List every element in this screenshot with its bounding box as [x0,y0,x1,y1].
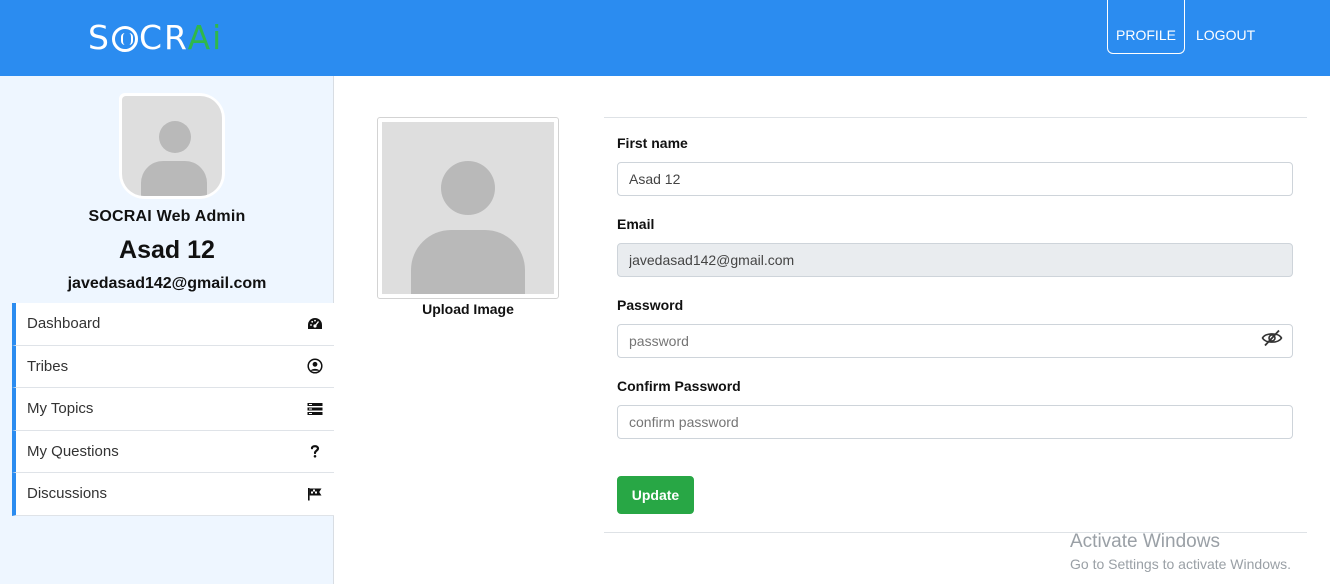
avatar [119,93,225,199]
update-button[interactable]: Update [617,476,694,514]
user-role: SOCRAI Web Admin [88,208,246,225]
password-field[interactable] [617,324,1293,358]
confirm-password-label: Confirm Password [617,378,741,394]
watermark-subtitle: Go to Settings to activate Windows. [1070,556,1291,572]
windows-activation-watermark: Activate Windows Go to Settings to activ… [1070,531,1291,572]
dashboard-icon [307,316,323,332]
confirm-password-field[interactable] [617,405,1293,439]
sidebar: SOCRAI Web Admin Asad 12 javedasad142@gm… [0,76,334,584]
user-name: Asad 12 [119,236,215,264]
sidebar-item-label: Dashboard [27,315,101,333]
brain-icon [111,26,138,52]
profile-form: First name Email Password Confirm Passwo… [604,117,1307,533]
question-icon [307,443,323,459]
first-name-field[interactable] [617,162,1293,196]
sidebar-item-my-topics[interactable]: My Topics [12,388,334,431]
sidebar-item-tribes[interactable]: Tribes [12,345,334,388]
email-field[interactable] [617,243,1293,277]
nav-logout-link[interactable]: LOGOUT [1196,27,1255,43]
image-placeholder-icon [382,122,554,294]
nav-profile-link[interactable]: PROFILE [1107,0,1185,54]
upload-image-button[interactable]: Upload Image [377,301,559,317]
user-circle-icon [307,358,323,374]
sidebar-item-label: Discussions [27,485,108,503]
flag-icon [307,486,323,502]
avatar-placeholder-icon [122,96,222,196]
eye-slash-icon[interactable] [1261,329,1283,347]
list-icon [307,401,323,417]
password-label: Password [617,297,684,313]
sidebar-item-label: My Topics [27,400,94,418]
email-label: Email [617,216,655,232]
sidebar-item-dashboard[interactable]: Dashboard [12,303,334,346]
top-navbar: S CRAi PROFILE LOGOUT [0,0,1330,76]
watermark-title: Activate Windows [1070,531,1220,552]
first-name-label: First name [617,135,688,151]
user-email: javedasad142@gmail.com [67,275,267,292]
sidebar-menu: Dashboard Tribes My Topics My Questions … [12,303,334,516]
sidebar-item-label: My Questions [27,442,119,460]
logo-text: S CRAi [88,18,224,57]
socrai-logo[interactable]: S CRAi [88,18,223,58]
sidebar-item-label: Tribes [27,357,69,375]
sidebar-item-my-questions[interactable]: My Questions [12,430,334,473]
profile-image-preview[interactable] [377,117,559,299]
sidebar-item-discussions[interactable]: Discussions [12,473,334,516]
